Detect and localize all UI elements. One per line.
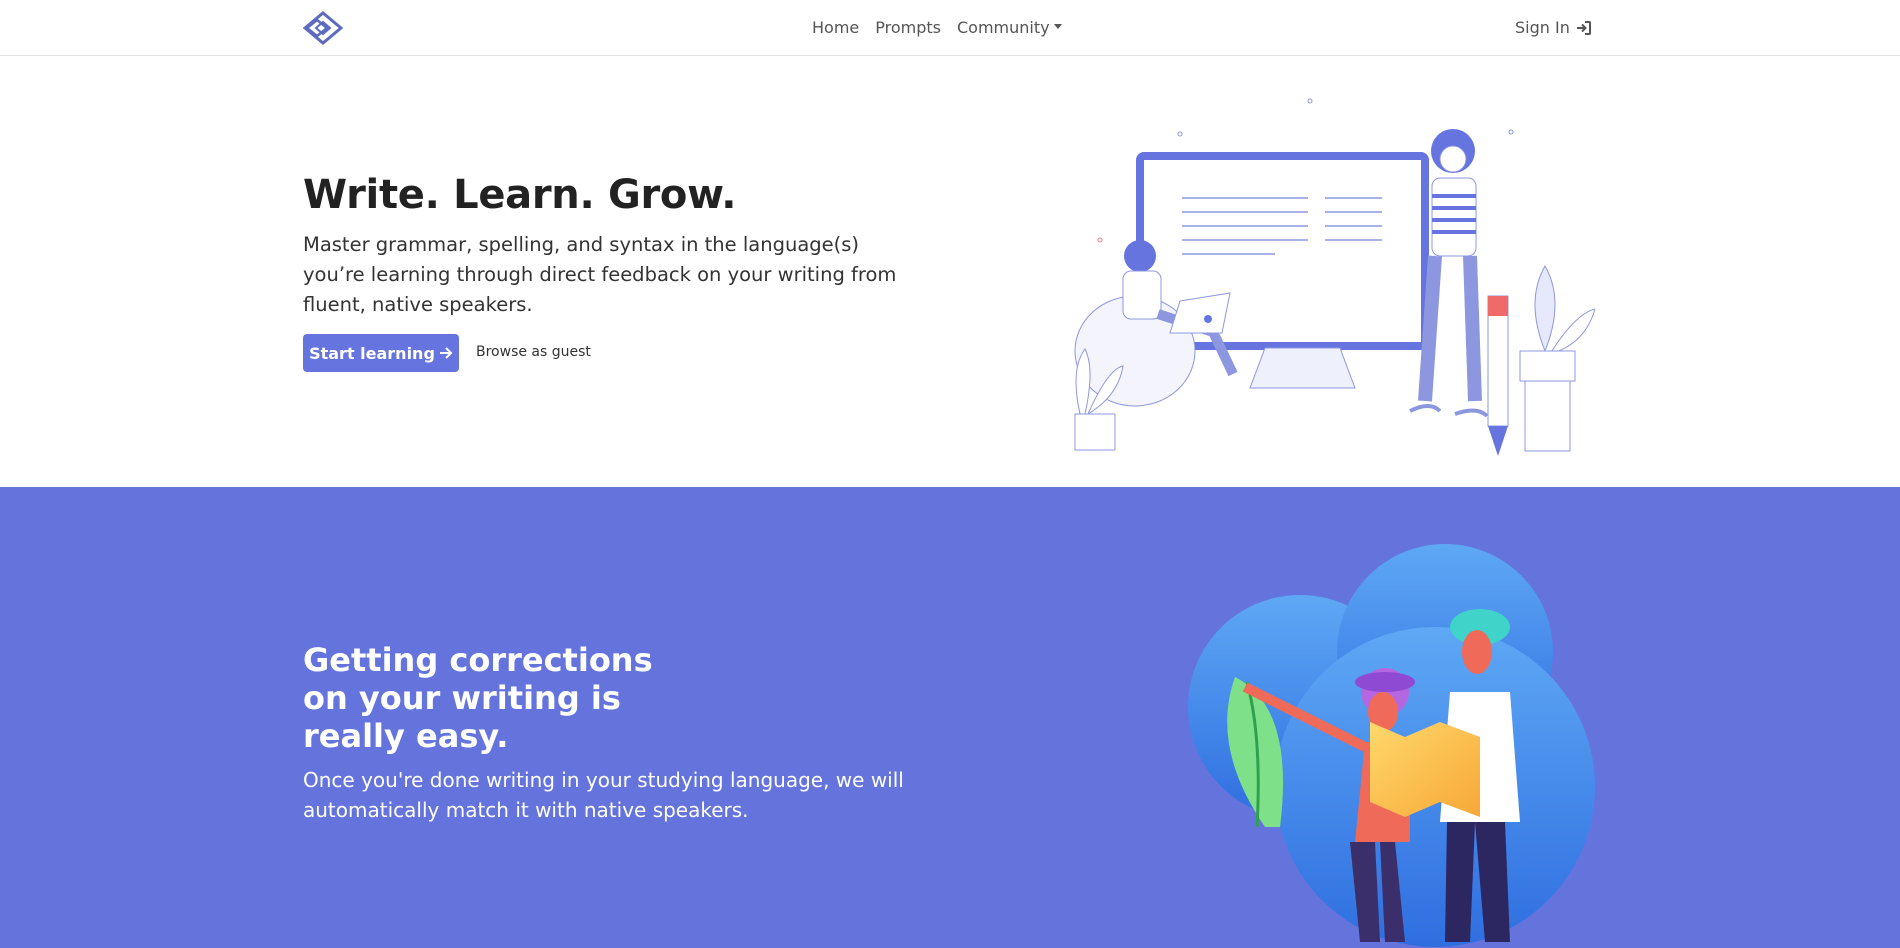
start-learning-label: Start learning: [309, 343, 435, 363]
start-learning-button[interactable]: Start learning: [303, 334, 459, 372]
hero-subtitle: Master grammar, spelling, and syntax in …: [303, 233, 897, 316]
sign-in-link[interactable]: Sign In: [1515, 18, 1592, 37]
arrow-right-icon: [439, 347, 453, 359]
browse-as-guest-link[interactable]: Browse as guest: [476, 344, 591, 360]
hero-section: Write. Learn. Grow. Master grammar, spel…: [0, 56, 1900, 487]
navbar: Home Prompts Community Sign In: [0, 0, 1900, 56]
feature-section: Getting corrections on your writing is r…: [0, 487, 1900, 948]
caret-down-icon: [1053, 24, 1062, 29]
nav-community-dropdown[interactable]: Community: [957, 18, 1062, 37]
main-nav: Home Prompts Community: [812, 18, 1062, 37]
nav-community-label: Community: [956, 18, 1050, 37]
feature-text: Once you're done writing in your studyin…: [303, 768, 904, 822]
logo-icon[interactable]: [303, 11, 343, 45]
nav-prompts-link[interactable]: Prompts: [875, 18, 941, 37]
sign-in-label: Sign In: [1515, 18, 1570, 37]
feature-title: Getting corrections on your writing is r…: [303, 641, 653, 755]
hero-illustration: [1074, 98, 1595, 456]
map-couple-illustration: [1188, 544, 1595, 947]
nav-home-link[interactable]: Home: [812, 18, 859, 37]
sign-in-icon: [1576, 20, 1591, 35]
hero-title: Write. Learn. Grow.: [303, 172, 737, 218]
